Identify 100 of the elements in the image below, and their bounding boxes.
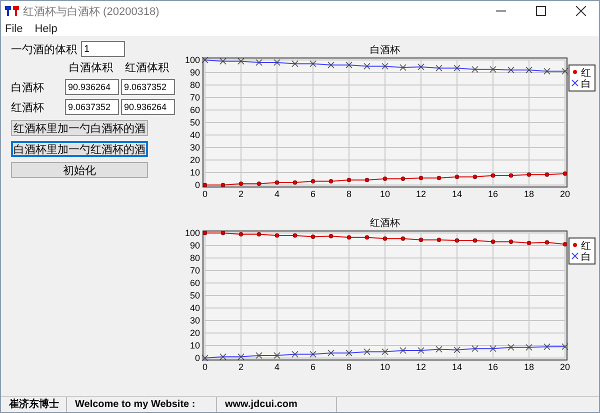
point-marker bbox=[274, 59, 280, 66]
point-marker bbox=[238, 232, 244, 236]
point-marker bbox=[274, 180, 280, 185]
x-tick-label: 10 bbox=[380, 189, 390, 199]
point-marker bbox=[364, 348, 370, 356]
row-label: 白酒杯 bbox=[11, 80, 45, 94]
volume-field[interactable]: 90.936264 bbox=[121, 99, 175, 115]
y-tick-label: 40 bbox=[190, 130, 200, 140]
point-marker bbox=[328, 350, 334, 356]
y-tick-label: 20 bbox=[190, 328, 200, 338]
x-tick-label: 10 bbox=[380, 362, 390, 372]
x-tick-label: 14 bbox=[452, 362, 462, 372]
point-marker bbox=[562, 343, 568, 350]
point-marker bbox=[400, 236, 406, 241]
point-marker bbox=[562, 68, 568, 75]
legend-label: 红 bbox=[581, 67, 591, 79]
point-marker bbox=[526, 344, 532, 351]
legend-label: 白 bbox=[581, 251, 591, 263]
point-marker bbox=[310, 60, 316, 68]
point-marker bbox=[544, 172, 550, 177]
y-tick-label: 70 bbox=[190, 92, 200, 102]
point-marker bbox=[472, 174, 478, 180]
point-marker bbox=[364, 178, 370, 182]
menu-item[interactable]: Help bbox=[34, 22, 58, 34]
point-marker bbox=[238, 353, 244, 360]
point-marker bbox=[346, 178, 352, 182]
x-tick-label: 18 bbox=[524, 362, 534, 372]
point-marker bbox=[508, 66, 514, 74]
volume-field[interactable]: 9.0637352 bbox=[121, 79, 175, 95]
point-marker bbox=[256, 352, 262, 359]
x-tick-label: 12 bbox=[416, 189, 426, 199]
y-tick-label: 30 bbox=[190, 142, 200, 152]
y-tick-label: 10 bbox=[190, 168, 200, 178]
point-marker bbox=[544, 343, 550, 350]
spoon-volume-field[interactable]: 1 bbox=[81, 41, 125, 57]
x-tick-label: 20 bbox=[560, 189, 570, 199]
point-marker bbox=[436, 176, 442, 180]
point-marker bbox=[220, 58, 226, 65]
point-marker bbox=[274, 352, 280, 359]
x-tick-label: 8 bbox=[346, 362, 352, 372]
x-tick-label: 0 bbox=[202, 189, 208, 199]
point-marker bbox=[526, 172, 532, 177]
point-marker bbox=[256, 59, 262, 66]
point-marker bbox=[562, 171, 568, 176]
y-tick-label: 100 bbox=[184, 228, 200, 238]
point-marker bbox=[418, 238, 424, 242]
point-marker bbox=[490, 240, 496, 244]
y-tick-label: 20 bbox=[190, 155, 200, 165]
action-button[interactable]: 红酒杯里加一勺白酒杯的酒 bbox=[11, 120, 148, 136]
point-marker bbox=[364, 235, 370, 240]
point-marker bbox=[454, 238, 460, 243]
point-marker bbox=[490, 173, 496, 178]
y-tick-label: 0 bbox=[194, 180, 200, 190]
point-marker bbox=[490, 345, 496, 352]
legend-label: 红 bbox=[581, 240, 591, 252]
x-tick-label: 4 bbox=[274, 362, 280, 372]
maximize-icon bbox=[536, 6, 546, 16]
menu-item[interactable]: File bbox=[5, 22, 23, 34]
y-tick-label: 90 bbox=[190, 240, 200, 250]
app-icon bbox=[5, 5, 19, 17]
column-header: 红酒体积 bbox=[124, 61, 170, 75]
legend-label: 白 bbox=[581, 78, 591, 90]
x-tick-label: 6 bbox=[310, 189, 316, 199]
point-marker bbox=[508, 173, 514, 178]
action-button[interactable]: 白酒杯里加一勺红酒杯的酒 bbox=[11, 141, 148, 157]
point-marker bbox=[454, 346, 460, 354]
point-marker bbox=[292, 233, 298, 238]
y-tick-label: 60 bbox=[190, 105, 200, 115]
point-marker bbox=[544, 240, 550, 245]
point-marker bbox=[418, 176, 424, 180]
volume-field[interactable]: 90.936264 bbox=[65, 79, 119, 95]
point-marker bbox=[436, 238, 442, 242]
point-marker bbox=[274, 233, 280, 238]
y-tick-label: 60 bbox=[190, 278, 200, 288]
window-title: 红酒杯与白酒杯 (20200318) bbox=[23, 4, 160, 18]
point-marker bbox=[202, 354, 208, 362]
point-marker bbox=[292, 350, 298, 358]
point-marker bbox=[202, 182, 208, 188]
point-marker bbox=[346, 62, 352, 68]
point-marker bbox=[328, 179, 334, 184]
point-marker bbox=[454, 174, 460, 180]
point-marker bbox=[490, 66, 496, 73]
point-marker bbox=[400, 347, 406, 354]
point-marker bbox=[328, 62, 334, 68]
point-marker bbox=[310, 234, 316, 239]
volume-field[interactable]: 9.0637352 bbox=[65, 99, 119, 115]
close-icon bbox=[576, 6, 586, 16]
point-marker bbox=[220, 230, 226, 236]
point-marker bbox=[418, 347, 424, 354]
point-marker bbox=[472, 238, 478, 243]
x-tick-label: 16 bbox=[488, 362, 498, 372]
point-marker bbox=[382, 62, 388, 70]
point-marker bbox=[220, 182, 226, 188]
y-tick-label: 0 bbox=[194, 353, 200, 363]
status-text: 崔济东博士 bbox=[1, 397, 67, 412]
action-button[interactable]: 初始化 bbox=[11, 162, 148, 178]
point-marker bbox=[346, 235, 352, 240]
y-tick-label: 90 bbox=[190, 68, 200, 78]
point-marker bbox=[256, 182, 262, 186]
point-marker bbox=[454, 64, 460, 72]
